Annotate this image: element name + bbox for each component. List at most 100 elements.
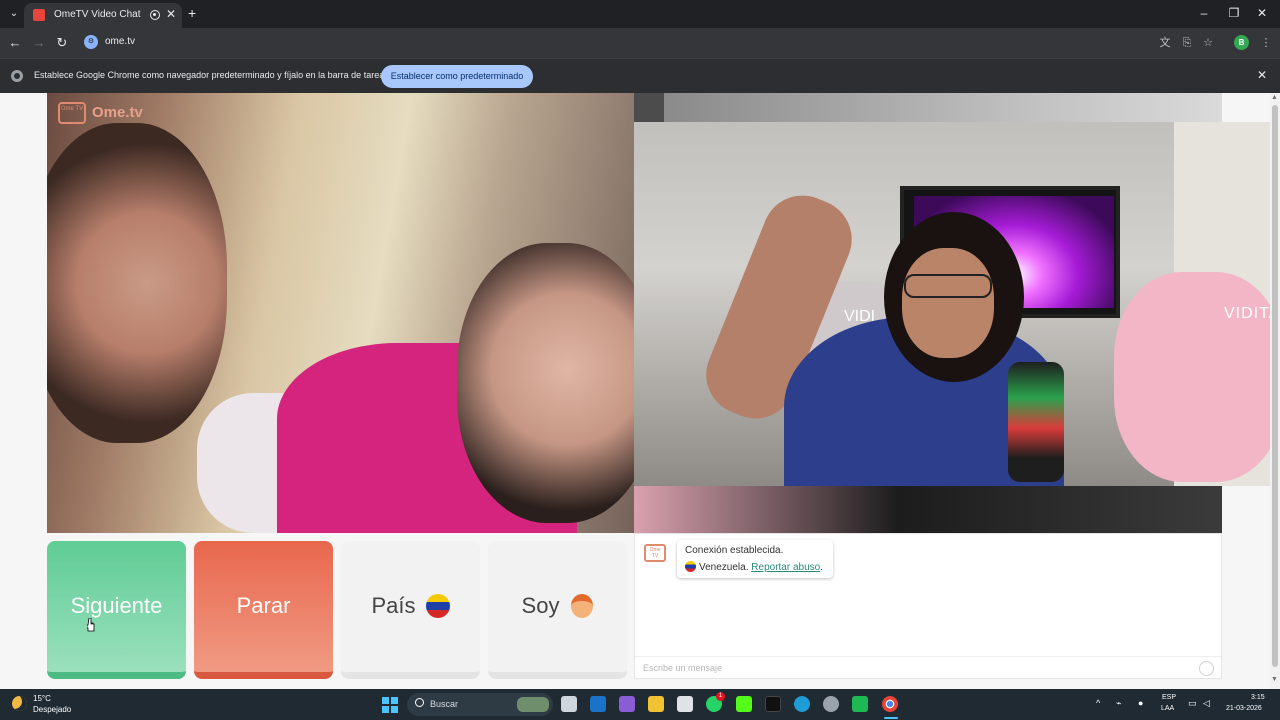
browser-toolbar: ← → ↻ ⚙ ome.tv 文 ⎘ ☆ B ⋮ <box>0 28 1280 58</box>
maximize-icon[interactable]: ❐ <box>1224 6 1244 20</box>
menu-icon[interactable]: ⋮ <box>1258 35 1274 51</box>
start-icon[interactable] <box>382 697 398 713</box>
stop-button-label: Parar <box>236 593 291 618</box>
active-app-indicator <box>884 717 898 719</box>
search-label: Buscar <box>430 699 459 709</box>
reload-icon[interactable]: ↻ <box>53 34 71 52</box>
volume-icon[interactable]: ◁ <box>1203 698 1210 709</box>
next-button[interactable]: Siguiente <box>47 541 186 679</box>
show-hidden-icons-icon[interactable]: ^ <box>1096 698 1100 708</box>
window-close-icon[interactable]: ✕ <box>1252 6 1272 20</box>
forward-icon[interactable]: → <box>30 34 48 52</box>
country-button-content: País <box>341 593 480 619</box>
windows-taskbar: 15°C Despejado Buscar 1 ^ ⌁ ● ESP LAA ▭ … <box>0 689 1280 720</box>
display-icon[interactable]: ▭ <box>1188 698 1197 709</box>
connection-status: Conexión establecida. <box>685 545 784 556</box>
close-tab-icon[interactable]: ✕ <box>166 7 176 21</box>
logo-text: Ome.tv <box>92 104 143 121</box>
chat-panel: Ome TV Conexión establecida. Venezuela. … <box>634 533 1222 679</box>
pip-microphone <box>1008 362 1064 482</box>
message-input[interactable] <box>643 660 1183 676</box>
site-info-icon[interactable]: ⚙ <box>84 35 98 49</box>
moon-weather-icon[interactable] <box>12 696 27 711</box>
openai-icon[interactable] <box>823 696 839 712</box>
gender-button[interactable]: Soy <box>488 541 627 679</box>
bookmark-star-icon[interactable]: ☆ <box>1200 35 1216 51</box>
emoji-icon[interactable] <box>1199 661 1214 676</box>
taskbar-search[interactable]: Buscar <box>407 693 553 716</box>
hand-cursor-icon <box>87 618 95 632</box>
browser-tab[interactable]: OmeTV Video Chat — Ome ✕ <box>24 3 182 28</box>
network-icon[interactable]: ⌁ <box>1116 698 1121 709</box>
input-language-line1[interactable]: ESP <box>1162 694 1176 701</box>
search-icon <box>415 698 424 707</box>
microphone-icon[interactable]: ● <box>1138 698 1143 708</box>
ometv-favicon-icon <box>33 9 45 21</box>
page-content: Ome TV Ome.tv VIDI VIDITA Siguiente Para… <box>0 93 1280 689</box>
self-video-desk <box>634 485 1222 533</box>
infobar-message: Establece Google Chrome como navegador p… <box>34 70 389 80</box>
stranger-video: Ome TV Ome.tv <box>47 93 634 533</box>
start-pane <box>382 706 389 713</box>
ometv-logo-icon: Ome TV <box>58 102 86 124</box>
country-line: Venezuela. Reportar abuso. <box>685 561 823 573</box>
edge-icon[interactable] <box>794 696 810 712</box>
report-suffix: . <box>820 562 823 573</box>
translate-icon[interactable]: 文 <box>1157 35 1173 51</box>
gender-button-content: Soy <box>488 593 627 619</box>
set-default-button[interactable]: Establecer como predeterminado <box>381 65 533 88</box>
self-video-background <box>664 93 1222 123</box>
start-pane <box>391 697 398 704</box>
country-button-label: País <box>371 593 416 618</box>
video-figure-right <box>457 243 634 523</box>
picture-in-picture-video: VIDI VIDITA <box>634 122 1280 486</box>
clock-date[interactable]: 21-03-2026 <box>1226 705 1262 712</box>
tab-title: OmeTV Video Chat — Ome <box>54 9 142 20</box>
pip-glasses <box>904 274 992 298</box>
scroll-up-icon[interactable]: ▲ <box>1271 94 1278 101</box>
microsoft-store-icon[interactable] <box>677 696 693 712</box>
ometv-chat-icon: Ome TV <box>644 544 666 562</box>
clock-time[interactable]: 3:15 <box>1251 694 1265 701</box>
kick-icon[interactable] <box>736 696 752 712</box>
system-message: Conexión establecida. Venezuela. Reporta… <box>677 540 833 578</box>
report-abuse-link[interactable]: Reportar abuso <box>751 562 820 573</box>
scrollbar-thumb[interactable] <box>1272 105 1278 667</box>
default-browser-infobar: Establece Google Chrome como navegador p… <box>0 58 1280 93</box>
url-text[interactable]: ome.tv <box>105 36 135 47</box>
profile-avatar[interactable]: B <box>1234 35 1249 50</box>
infobar-close-icon[interactable]: ✕ <box>1257 68 1267 82</box>
audio-playing-icon[interactable] <box>150 10 160 20</box>
country-button[interactable]: País <box>341 541 480 679</box>
file-explorer-icon[interactable] <box>648 696 664 712</box>
country-name: Venezuela. <box>699 562 749 573</box>
outlook-icon[interactable] <box>590 696 606 712</box>
pip-gaming-chair-right <box>1114 272 1280 482</box>
next-button-label: Siguiente <box>70 593 163 618</box>
green-app-icon[interactable] <box>852 696 868 712</box>
notification-badge: 1 <box>716 692 725 701</box>
task-view-icon[interactable] <box>561 696 577 712</box>
weather-description[interactable]: Despejado <box>33 705 71 714</box>
pip-person-face <box>902 248 994 358</box>
input-language-line2[interactable]: LAA <box>1161 705 1174 712</box>
scroll-down-icon[interactable]: ▼ <box>1271 676 1278 683</box>
minimize-icon[interactable]: – <box>1194 6 1214 20</box>
app-store-icon[interactable] <box>619 696 635 712</box>
boy-emoji-icon <box>571 594 594 618</box>
start-pane <box>391 706 398 713</box>
address-bar[interactable]: ⚙ ome.tv <box>78 31 1146 55</box>
chrome-icon <box>11 70 23 82</box>
chrome-taskbar-icon[interactable] <box>882 696 898 712</box>
new-tab-icon[interactable]: + <box>188 5 196 21</box>
gender-button-label: Soy <box>521 593 560 618</box>
venezuela-flag-icon <box>425 594 450 618</box>
tiktok-icon[interactable] <box>765 696 781 712</box>
stop-button[interactable]: Parar <box>194 541 333 679</box>
tab-strip: ⌄ OmeTV Video Chat — Ome ✕ + – ❐ ✕ <box>0 0 1280 28</box>
tab-list-icon[interactable]: ⌄ <box>6 6 22 22</box>
search-highlight-icon <box>517 697 549 712</box>
install-icon[interactable]: ⎘ <box>1179 35 1195 51</box>
back-icon[interactable]: ← <box>6 34 24 52</box>
weather-temperature[interactable]: 15°C <box>33 694 51 703</box>
